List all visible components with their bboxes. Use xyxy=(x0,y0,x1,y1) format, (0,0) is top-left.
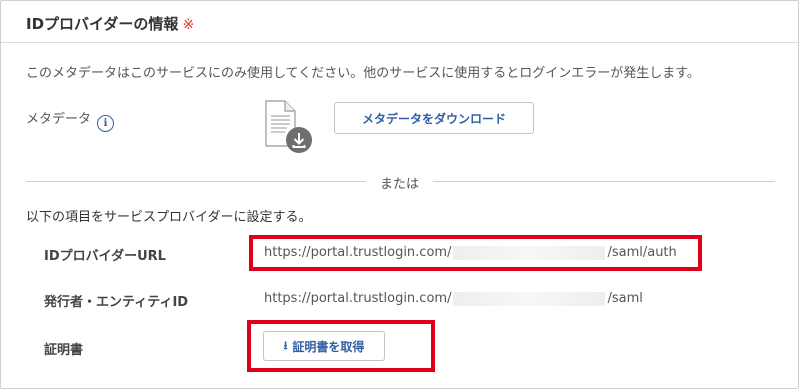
divider-left xyxy=(26,181,366,182)
metadata-label: メタデータ i xyxy=(26,108,115,132)
issuer-entity-id-label: 発行者・エンティティID xyxy=(44,295,189,310)
highlight-box-idp-url xyxy=(249,235,702,271)
issuer-entity-id-value: https://portal.trustlogin.com/ /saml xyxy=(264,291,643,306)
metadata-label-text: メタデータ xyxy=(26,112,92,127)
issuer-prefix: https://portal.trustlogin.com/ xyxy=(264,291,452,306)
info-icon[interactable]: i xyxy=(97,115,115,132)
issuer-suffix: /saml xyxy=(607,291,643,306)
metadata-usage-note: このメタデータはこのサービスにのみ使用してください。他のサービスに使用するとログ… xyxy=(26,66,700,81)
document-download-icon xyxy=(265,100,312,153)
or-divider-text: または xyxy=(379,177,419,192)
idp-info-panel: IDプロバイダーの情報 ※ このメタデータはこのサービスにのみ使用してください。他… xyxy=(0,0,799,389)
divider-right xyxy=(433,181,775,182)
redacted-tenant-id xyxy=(453,291,606,306)
sp-config-instruction: 以下の項目をサービスプロバイダーに設定する。 xyxy=(26,210,312,225)
panel-title: IDプロバイダーの情報 ※ xyxy=(26,13,194,34)
panel-title-text: IDプロバイダーの情報 xyxy=(26,15,179,33)
required-mark: ※ xyxy=(182,17,195,33)
panel-header: IDプロバイダーの情報 ※ xyxy=(1,1,798,43)
idp-url-label: IDプロバイダーURL xyxy=(44,249,166,264)
download-metadata-button[interactable]: メタデータをダウンロード xyxy=(334,102,534,134)
highlight-box-certificate xyxy=(247,320,435,372)
certificate-label: 証明書 xyxy=(44,343,84,358)
